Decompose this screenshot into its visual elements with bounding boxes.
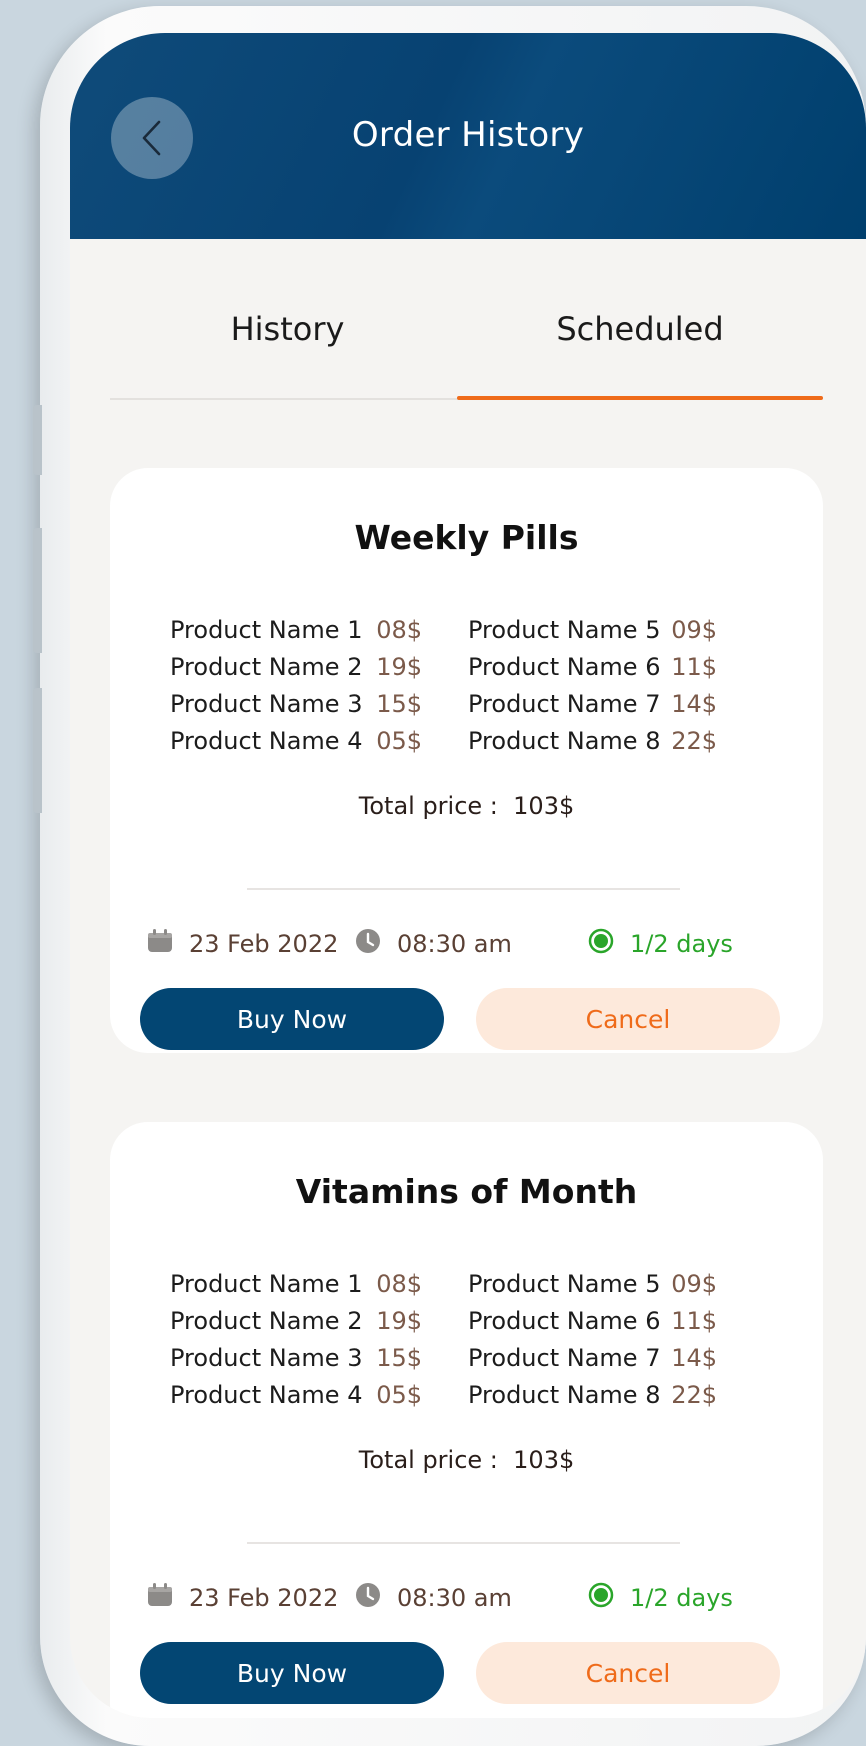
- product-price: 09$: [671, 1270, 717, 1298]
- product-price: 22$: [671, 1381, 717, 1409]
- phone-side-button: [33, 405, 42, 475]
- product-price: 19$: [376, 1307, 422, 1335]
- date-text: 23 Feb 2022: [189, 930, 339, 958]
- total-value: 103$: [513, 792, 575, 820]
- product-price: 11$: [671, 653, 717, 681]
- frequency-text: 1/2 days: [630, 930, 733, 958]
- schedule-time: 08:30 am: [355, 928, 512, 960]
- product-price: 15$: [376, 1344, 422, 1372]
- date-text: 23 Feb 2022: [189, 1584, 339, 1612]
- calendar-icon: [147, 928, 173, 960]
- product-name: Product Name 4: [170, 1381, 363, 1409]
- status-dot-icon: [588, 928, 614, 960]
- buy-now-button[interactable]: Buy Now: [140, 988, 444, 1050]
- product-name: Product Name 5: [468, 1270, 661, 1298]
- product-name: Product Name 8: [468, 727, 661, 755]
- schedule-time: 08:30 am: [355, 1582, 512, 1614]
- cancel-button[interactable]: Cancel: [476, 988, 780, 1050]
- total-price: Total price : 103$: [110, 1446, 823, 1474]
- clock-icon: [355, 928, 381, 960]
- product-price: 09$: [671, 616, 717, 644]
- product-price: 05$: [376, 727, 422, 755]
- phone-volume-down: [33, 688, 42, 813]
- calendar-icon: [147, 1582, 173, 1614]
- product-price: 11$: [671, 1307, 717, 1335]
- product-name: Product Name 1: [170, 616, 363, 644]
- product-price: 14$: [671, 690, 717, 718]
- phone-volume-up: [33, 528, 42, 653]
- product-name: Product Name 6: [468, 653, 661, 681]
- product-name: Product Name 2: [170, 653, 363, 681]
- product-price: 19$: [376, 653, 422, 681]
- product-name: Product Name 4: [170, 727, 363, 755]
- product-price: 22$: [671, 727, 717, 755]
- schedule-frequency: 1/2 days: [588, 1582, 733, 1614]
- divider: [247, 1542, 680, 1544]
- tab-scheduled[interactable]: Scheduled: [457, 310, 823, 348]
- product-name: Product Name 1: [170, 1270, 363, 1298]
- product-name: Product Name 8: [468, 1381, 661, 1409]
- card-title: Vitamins of Month: [295, 1172, 638, 1211]
- order-card: Vitamins of Month Product Name 1 08$ Pro…: [110, 1122, 823, 1718]
- product-price: 08$: [376, 1270, 422, 1298]
- page-title: Order History: [351, 115, 585, 155]
- tab-active-indicator: [457, 396, 823, 400]
- product-price: 15$: [376, 690, 422, 718]
- schedule-frequency: 1/2 days: [588, 928, 733, 960]
- total-label: Total price :: [358, 1446, 498, 1474]
- product-price: 05$: [376, 1381, 422, 1409]
- status-dot-icon: [588, 1582, 614, 1614]
- time-text: 08:30 am: [397, 1584, 512, 1612]
- frequency-text: 1/2 days: [630, 1584, 733, 1612]
- clock-icon: [355, 1582, 381, 1614]
- tab-history[interactable]: History: [110, 310, 465, 348]
- product-name: Product Name 2: [170, 1307, 363, 1335]
- product-name: Product Name 7: [468, 1344, 661, 1372]
- product-name: Product Name 7: [468, 690, 661, 718]
- time-text: 08:30 am: [397, 930, 512, 958]
- product-price: 14$: [671, 1344, 717, 1372]
- product-name: Product Name 6: [468, 1307, 661, 1335]
- product-price: 08$: [376, 616, 422, 644]
- order-card: Weekly Pills Product Name 1 08$ Product …: [110, 468, 823, 1053]
- total-label: Total price :: [358, 792, 498, 820]
- cancel-button[interactable]: Cancel: [476, 1642, 780, 1704]
- schedule-date: 23 Feb 2022: [147, 928, 338, 960]
- app-header: Order History: [70, 33, 866, 239]
- schedule-date: 23 Feb 2022: [147, 1582, 338, 1614]
- buy-now-button[interactable]: Buy Now: [140, 1642, 444, 1704]
- product-name: Product Name 3: [170, 1344, 363, 1372]
- divider: [247, 888, 680, 890]
- app-screen: Order History History Scheduled Weekly P…: [70, 33, 866, 1718]
- card-title: Weekly Pills: [354, 518, 579, 557]
- product-name: Product Name 3: [170, 690, 363, 718]
- tab-underline: [110, 398, 465, 400]
- total-price: Total price : 103$: [110, 792, 823, 820]
- total-value: 103$: [513, 1446, 575, 1474]
- product-name: Product Name 5: [468, 616, 661, 644]
